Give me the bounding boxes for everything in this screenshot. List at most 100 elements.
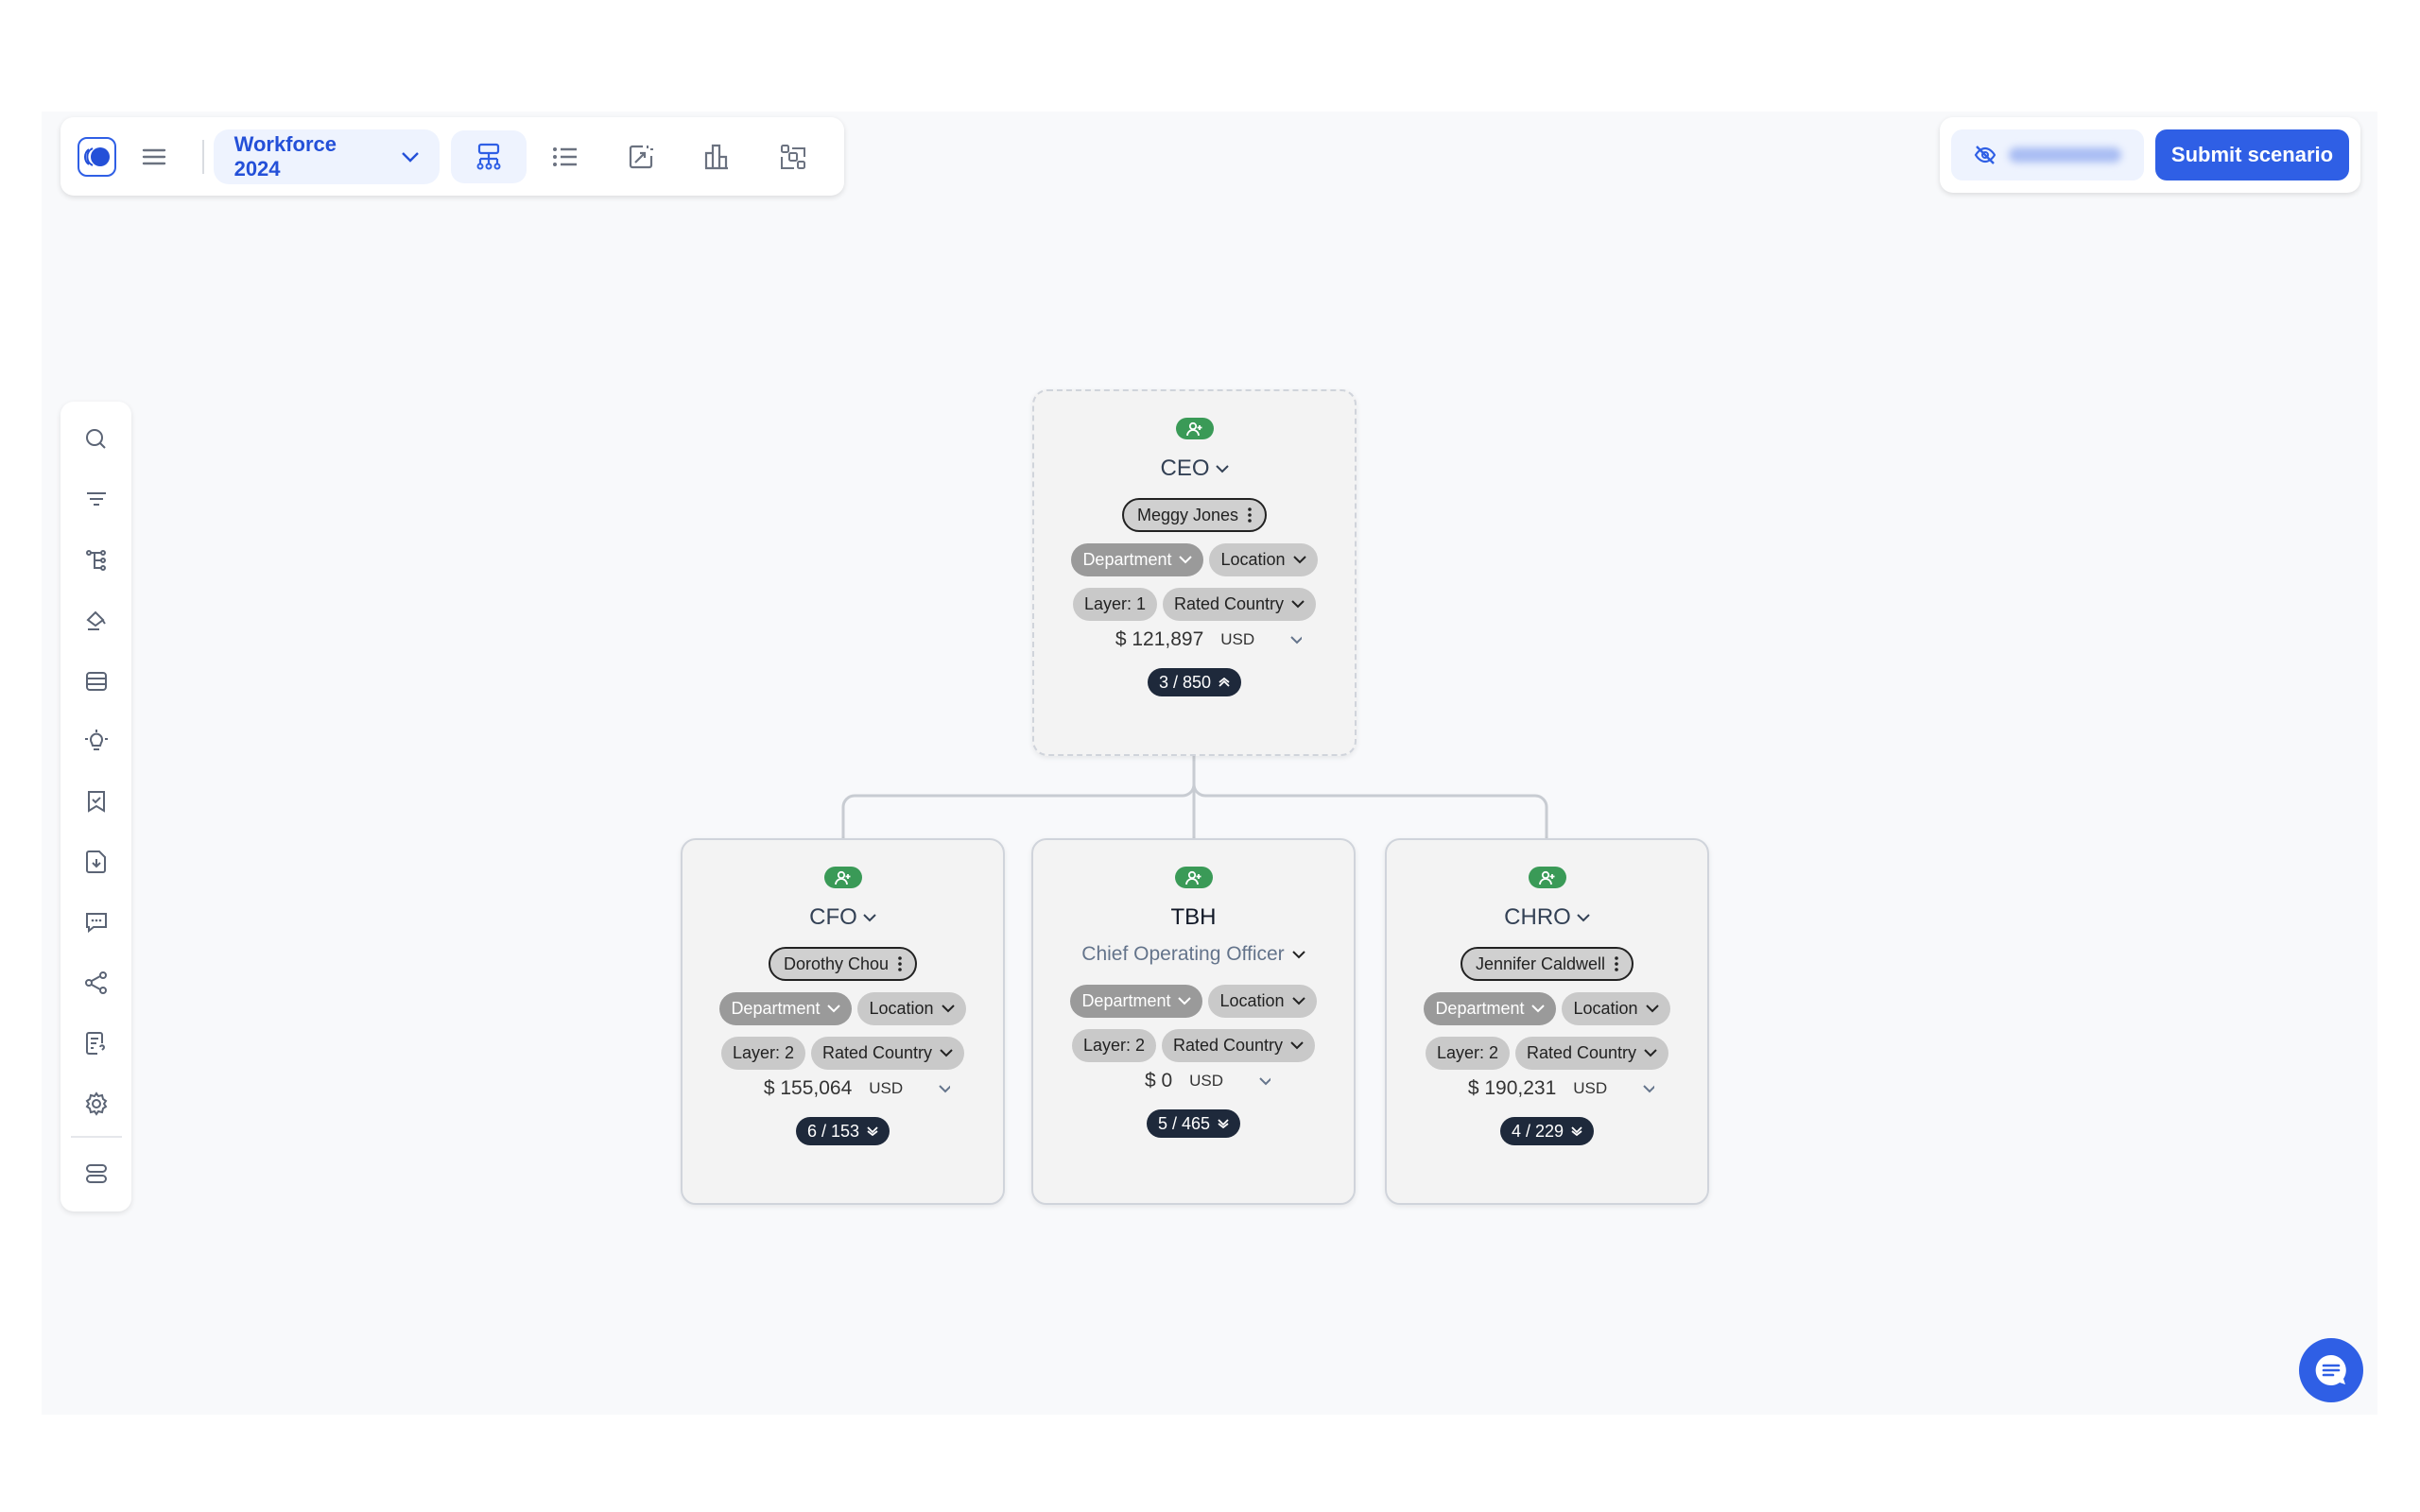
chevron-down-icon <box>939 1084 951 1092</box>
rated-country-label: Rated Country <box>1172 1036 1284 1055</box>
rated-country-dropdown[interactable]: Rated Country <box>810 1037 965 1070</box>
reports-count-toggle[interactable]: 4 / 229 <box>1499 1117 1595 1145</box>
org-connectors <box>841 756 1548 838</box>
position-card-ceo[interactable]: CEO Meggy Jones Department Location Layer… <box>1032 389 1357 756</box>
department-dropdown[interactable]: Department <box>1424 992 1557 1025</box>
more-vertical-icon[interactable] <box>1615 956 1618 971</box>
reports-count-toggle[interactable]: 6 / 153 <box>795 1117 890 1145</box>
more-vertical-icon[interactable] <box>1248 507 1252 523</box>
position-card-tbh[interactable]: TBH Chief Operating Officer Department Lo… <box>1031 838 1356 1205</box>
department-dropdown[interactable]: Department <box>719 992 853 1025</box>
location-label: Location <box>869 999 934 1018</box>
location-dropdown[interactable]: Location <box>1208 985 1317 1018</box>
rated-country-dropdown[interactable]: Rated Country <box>1161 1029 1316 1062</box>
user-plus-icon <box>1538 870 1554 885</box>
department-label: Department <box>1082 550 1172 569</box>
reports-count: 5 / 465 <box>1157 1113 1211 1133</box>
add-person-button[interactable] <box>823 867 862 888</box>
currency-dropdown[interactable]: USD <box>1189 1072 1223 1091</box>
location-dropdown[interactable]: Location <box>1562 992 1670 1025</box>
employee-pill[interactable]: Jennifer Caldwell <box>1460 947 1634 981</box>
layer-label: Layer: 1 <box>1083 594 1146 613</box>
position-title: TBH <box>1170 904 1217 930</box>
chat-icon <box>2315 1354 2346 1385</box>
position-card-chro[interactable]: CHRO Jennifer Caldwell Department Locatio… <box>1385 838 1709 1205</box>
rated-country-label: Rated Country <box>1173 594 1285 613</box>
currency-dropdown[interactable]: USD <box>1573 1079 1607 1098</box>
position-title: CFO <box>809 904 857 930</box>
rated-country-dropdown[interactable]: Rated Country <box>1162 588 1317 621</box>
user-plus-icon <box>834 870 850 885</box>
chevron-down-icon <box>1577 913 1590 921</box>
chevrons-down-icon <box>1571 1126 1582 1136</box>
chevrons-down-icon <box>1218 1119 1229 1128</box>
chevron-down-icon <box>1291 997 1305 1005</box>
department-label: Department <box>1435 999 1525 1018</box>
rated-country-label: Rated Country <box>1526 1043 1637 1062</box>
chevron-down-icon <box>940 1049 953 1057</box>
layer-chip: Layer: 1 <box>1072 588 1157 621</box>
chevron-down-icon <box>1645 1005 1659 1013</box>
employee-name: Meggy Jones <box>1136 505 1239 524</box>
salary-value: $ 155,064 <box>763 1077 853 1099</box>
job-title-dropdown[interactable]: Chief Operating Officer <box>1081 943 1305 966</box>
layer-chip: Layer: 2 <box>1071 1029 1156 1062</box>
rated-country-dropdown[interactable]: Rated Country <box>1514 1037 1669 1070</box>
currency-chevron[interactable] <box>1290 635 1303 644</box>
employee-pill[interactable]: Dorothy Chou <box>768 947 918 981</box>
chevron-down-icon <box>1215 464 1229 472</box>
location-label: Location <box>1573 999 1638 1018</box>
add-person-button[interactable] <box>1175 418 1214 439</box>
chevron-down-icon <box>1178 997 1192 1005</box>
position-card-cfo[interactable]: CFO Dorothy Chou Department Location Laye… <box>681 838 1005 1205</box>
add-person-button[interactable] <box>1174 867 1213 888</box>
layer-chip: Layer: 2 <box>1425 1037 1510 1070</box>
currency-chevron[interactable] <box>1259 1076 1271 1086</box>
chevron-down-icon <box>1179 556 1193 564</box>
department-dropdown[interactable]: Department <box>1070 985 1203 1018</box>
currency-chevron[interactable] <box>939 1084 951 1093</box>
layer-chip: Layer: 2 <box>720 1037 805 1070</box>
salary-value: $ 0 <box>1144 1070 1173 1091</box>
currency-dropdown[interactable]: USD <box>869 1079 903 1098</box>
layer-label: Layer: 2 <box>732 1043 794 1062</box>
chevron-down-icon <box>1643 1084 1655 1092</box>
reports-count: 3 / 850 <box>1158 672 1212 692</box>
location-label: Location <box>1220 550 1286 569</box>
chevron-down-icon <box>1531 1005 1546 1013</box>
layer-label: Layer: 2 <box>1082 1036 1145 1055</box>
currency-dropdown[interactable]: USD <box>1220 630 1254 649</box>
employee-pill[interactable]: Meggy Jones <box>1121 498 1268 532</box>
position-title-dropdown[interactable]: CFO <box>809 903 876 932</box>
add-person-button[interactable] <box>1528 867 1566 888</box>
chevron-down-icon <box>1292 556 1306 564</box>
currency-label: USD <box>1220 630 1255 648</box>
reports-count-toggle[interactable]: 5 / 465 <box>1146 1109 1241 1138</box>
employee-name: Dorothy Chou <box>783 954 890 973</box>
chevron-down-icon <box>941 1005 955 1013</box>
reports-count-toggle[interactable]: 3 / 850 <box>1147 668 1242 696</box>
more-vertical-icon[interactable] <box>898 956 902 971</box>
position-title-dropdown[interactable]: CEO <box>1160 455 1229 483</box>
currency-label: USD <box>869 1079 904 1097</box>
chevrons-down-icon <box>867 1126 878 1136</box>
currency-label: USD <box>1573 1079 1608 1097</box>
chat-support-button[interactable] <box>2299 1338 2363 1402</box>
chevron-down-icon <box>1291 600 1305 609</box>
chevron-down-icon <box>1290 635 1303 644</box>
position-title: CHRO <box>1504 904 1571 930</box>
reports-count: 6 / 153 <box>806 1121 860 1141</box>
location-dropdown[interactable]: Location <box>1209 543 1318 576</box>
employee-name: Jennifer Caldwell <box>1475 954 1606 973</box>
location-dropdown[interactable]: Location <box>857 992 966 1025</box>
currency-label: USD <box>1189 1072 1224 1090</box>
layer-label: Layer: 2 <box>1436 1043 1498 1062</box>
connector-line <box>841 756 1548 838</box>
currency-chevron[interactable] <box>1643 1084 1655 1093</box>
position-title-dropdown[interactable]: CHRO <box>1504 903 1590 932</box>
position-title: CEO <box>1160 455 1210 481</box>
department-dropdown[interactable]: Department <box>1071 543 1204 576</box>
chevron-down-icon <box>1259 1076 1271 1085</box>
department-label: Department <box>1081 991 1171 1010</box>
chevron-down-icon <box>1291 950 1305 958</box>
